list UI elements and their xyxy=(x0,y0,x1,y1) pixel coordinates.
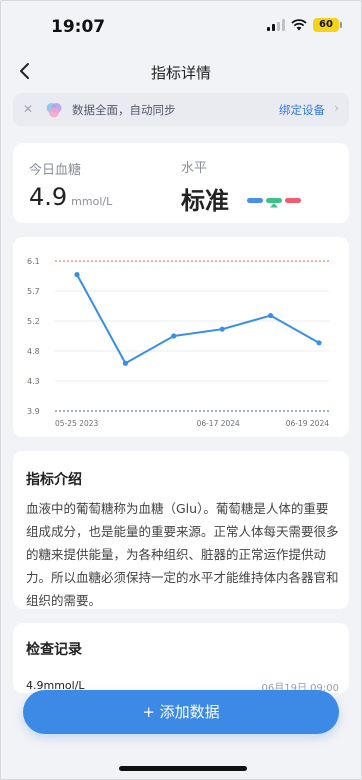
close-icon[interactable]: ✕ xyxy=(23,102,33,116)
glucose-value-line: 4.9 mmol/L xyxy=(29,183,112,211)
app-screen: 19:07 60 指标详情 ✕ 数据全面，自动同步 绑定设备 › 今日血糖 4.… xyxy=(0,0,362,780)
data-point xyxy=(171,333,177,339)
data-point xyxy=(268,312,274,319)
glucose-unit: mmol/L xyxy=(71,195,113,208)
records-card: 检查记录 4.9mmol/L 06月19日 09:00 xyxy=(13,623,349,694)
data-point xyxy=(219,326,225,332)
y-tick-label: 4.3 xyxy=(27,377,40,386)
series-line xyxy=(76,274,320,365)
level-meter-icon xyxy=(247,198,301,208)
x-tick-label: 05-25 2023 xyxy=(55,419,98,428)
signal-icon xyxy=(267,19,285,31)
records-title: 检查记录 xyxy=(26,642,82,658)
y-tick-label: 6.1 xyxy=(27,257,40,266)
today-glucose-card: 今日血糖 4.9 mmol/L 水平 标准 xyxy=(13,143,349,223)
level-value: 标准 xyxy=(181,187,229,215)
intro-title: 指标介绍 xyxy=(26,472,82,488)
battery-icon: 60 xyxy=(313,18,342,32)
data-point xyxy=(74,272,80,278)
bind-device-link[interactable]: 绑定设备 xyxy=(279,102,325,118)
device-logo-icon xyxy=(46,103,62,118)
page-title: 指标详情 xyxy=(150,64,211,82)
y-tick-label: 5.7 xyxy=(27,287,40,296)
add-data-button[interactable]: + 添加数据 xyxy=(23,690,339,734)
data-point xyxy=(122,360,128,366)
status-time: 19:07 xyxy=(51,17,106,37)
glucose-line-chart: 6.1 5.7 5.2 4.8 4.3 3.9 05-25 2023 06-17 2024 06… xyxy=(27,257,329,428)
y-tick-label: 5.2 xyxy=(27,317,40,326)
y-tick-label: 4.8 xyxy=(27,347,40,356)
wifi-icon xyxy=(291,19,307,31)
level-label: 水平 xyxy=(181,161,208,176)
sync-banner: ✕ 数据全面，自动同步 绑定设备 › xyxy=(13,93,349,126)
indicator-intro-card: 指标介绍 血液中的葡萄糖称为血糖（Glu）。葡萄糖是人体的重要组成成分，也是能量… xyxy=(13,451,349,609)
status-icons: 60 xyxy=(267,18,342,32)
glucose-chart-card: 6.1 5.7 5.2 4.8 4.3 3.9 05-25 2023 06-17 2024 06… xyxy=(13,237,349,437)
status-bar: 19:07 60 xyxy=(1,1,361,45)
glucose-value: 4.9 xyxy=(29,183,68,211)
today-label: 今日血糖 xyxy=(29,163,82,178)
x-tick-label: 06-17 2024 xyxy=(197,419,240,428)
x-tick-label: 06-19 2024 xyxy=(286,419,329,428)
home-indicator xyxy=(119,766,247,771)
sync-text: 数据全面，自动同步 xyxy=(72,103,176,117)
data-point xyxy=(316,340,322,346)
y-tick-label: 3.9 xyxy=(27,407,40,416)
nav-bar: 指标详情 xyxy=(1,49,361,93)
chevron-right-icon: › xyxy=(334,101,339,115)
intro-body: 血液中的葡萄糖称为血糖（Glu）。葡萄糖是人体的重要组成成分，也是能量的重要来源… xyxy=(26,501,339,608)
